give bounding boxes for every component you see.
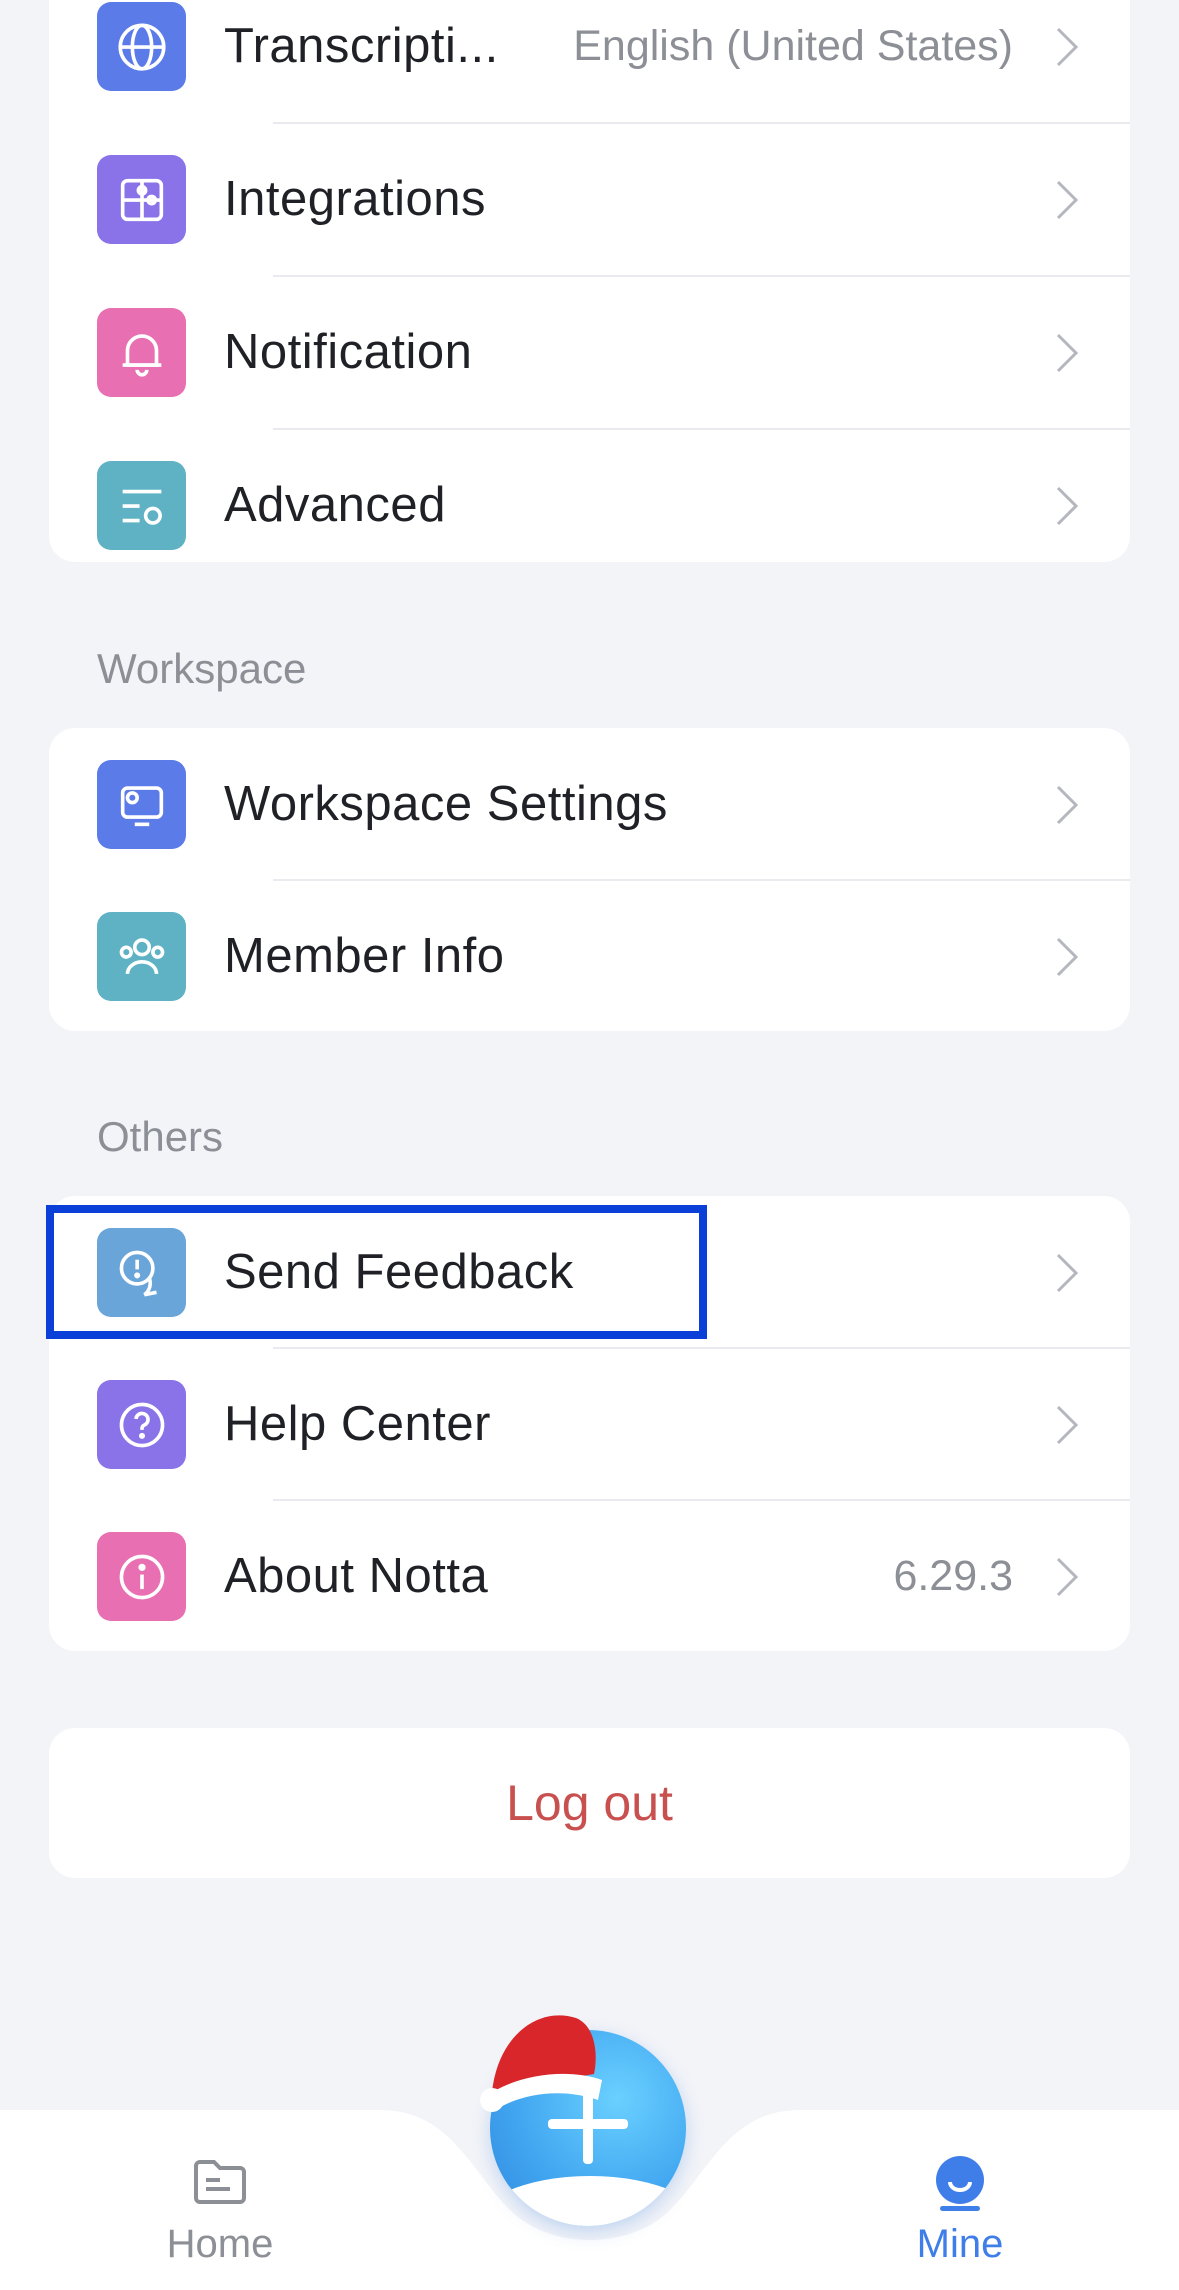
help-icon-box [97, 1380, 186, 1469]
advanced-icon-box [97, 461, 186, 550]
version-value: 6.29.3 [893, 1552, 1013, 1600]
about-icon-box [97, 1532, 186, 1621]
settings-row-label: Notification [224, 325, 473, 379]
chevron-right-icon [1056, 1253, 1079, 1293]
settings-row-label: Advanced [224, 478, 446, 532]
others-row-label: Send Feedback [224, 1245, 574, 1299]
transcription-icon-box [97, 2, 186, 91]
tab-mine-label: Mine [916, 2222, 1004, 2266]
workspace-row-member-info[interactable]: Member Info [49, 880, 1130, 1033]
workspace-card: Workspace Settings Member Info [49, 728, 1130, 1031]
puzzle-icon [120, 178, 163, 221]
settings-row-integrations[interactable]: Integrations [49, 123, 1130, 276]
settings-row-value: English (United States) [573, 22, 1013, 70]
chevron-right-icon [1056, 1405, 1079, 1445]
chevron-right-icon [1056, 333, 1079, 373]
chevron-right-icon [1056, 486, 1079, 526]
chevron-right-icon [1056, 1557, 1079, 1597]
santa-hat-icon [480, 2015, 602, 2112]
settings-card: Transcripti... English (United States) I… [49, 0, 1130, 562]
tab-mine[interactable]: Mine [860, 2110, 1060, 2290]
feedback-icon [119, 1250, 157, 1297]
feedback-icon-box [97, 1228, 186, 1317]
section-title-others: Others [97, 1113, 224, 1160]
profile-icon [936, 2156, 984, 2211]
workspace-row-label: Member Info [224, 929, 505, 983]
workspace-row-settings[interactable]: Workspace Settings [49, 728, 1130, 881]
workspace-settings-icon-box [97, 760, 186, 849]
member-info-icon-box [97, 912, 186, 1001]
chevron-right-icon [1056, 785, 1079, 825]
others-row-help-center[interactable]: Help Center [49, 1348, 1130, 1501]
others-row-label: Help Center [224, 1397, 491, 1451]
notification-icon-box [97, 308, 186, 397]
others-row-label: About Notta [224, 1549, 489, 1603]
settings-row-advanced[interactable]: Advanced [49, 429, 1130, 582]
help-icon [119, 1402, 164, 1447]
snow-decoration [490, 2176, 686, 2226]
home-folder-icon [194, 2160, 246, 2204]
members-icon [119, 937, 164, 974]
settings-row-label: Integrations [224, 172, 487, 226]
advanced-settings-icon [122, 489, 162, 525]
info-icon [119, 1554, 164, 1599]
section-title-workspace: Workspace [97, 645, 307, 692]
logout-button[interactable]: Log out [49, 1728, 1130, 1878]
others-row-send-feedback[interactable]: Send Feedback [49, 1196, 1130, 1349]
tab-home[interactable]: Home [120, 2110, 320, 2290]
others-card: Send Feedback Help Center About Notta 6.… [49, 1196, 1130, 1651]
bell-icon [122, 333, 161, 376]
workspace-settings-icon [120, 785, 163, 826]
chevron-right-icon [1056, 180, 1079, 220]
integrations-icon-box [97, 155, 186, 244]
settings-row-transcription-language[interactable]: Transcripti... English (United States) [49, 0, 1130, 123]
workspace-row-label: Workspace Settings [224, 777, 668, 831]
globe-icon [117, 22, 166, 71]
chevron-right-icon [1056, 27, 1079, 67]
others-row-about[interactable]: About Notta 6.29.3 [49, 1500, 1130, 1653]
tab-home-label: Home [166, 2222, 274, 2266]
chevron-right-icon [1056, 937, 1079, 977]
settings-row-label: Transcripti... [224, 19, 499, 73]
plus-icon-bar [548, 2119, 628, 2129]
settings-row-notification[interactable]: Notification [49, 276, 1130, 429]
